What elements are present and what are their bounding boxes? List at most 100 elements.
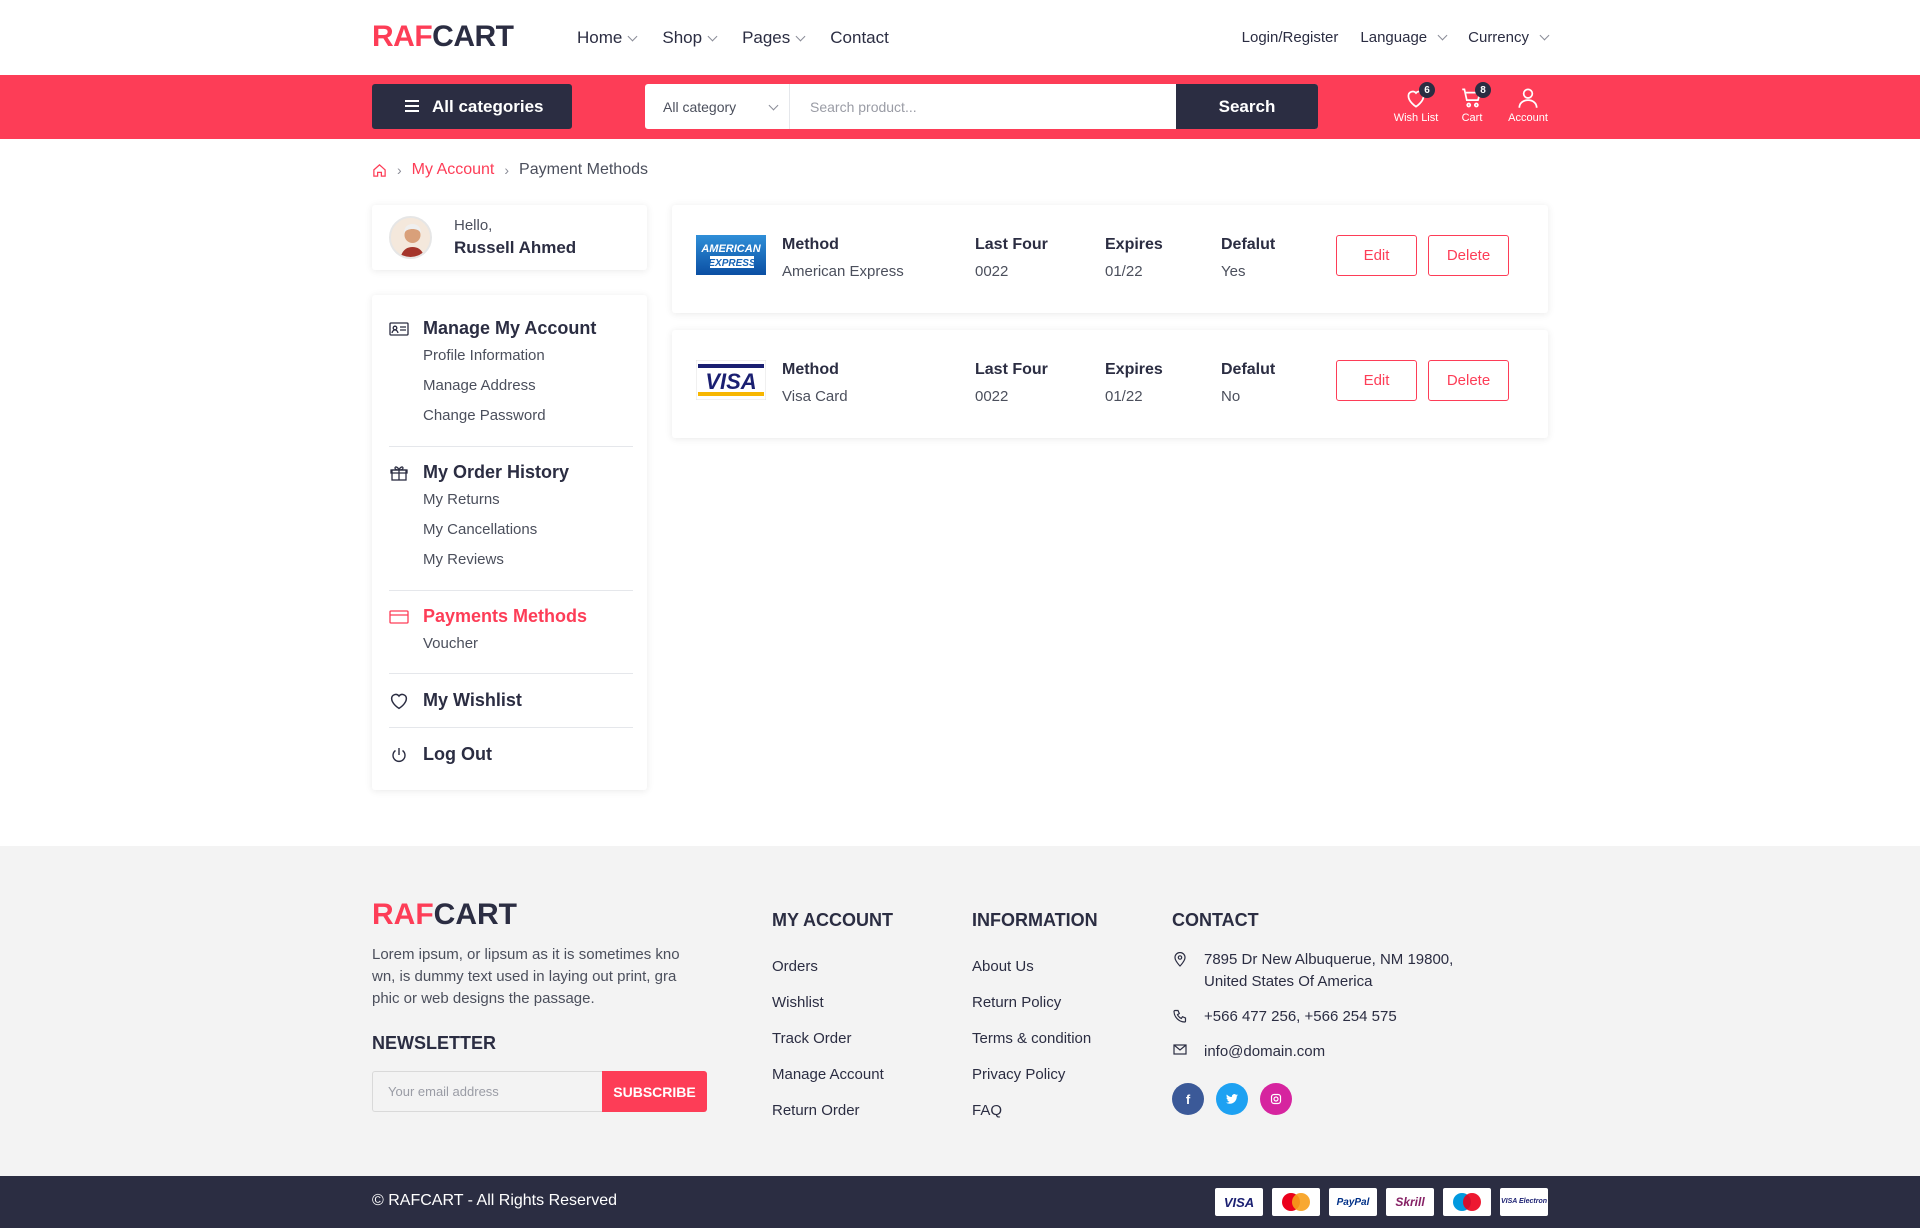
footer-link-track-order[interactable]: Track Order bbox=[772, 1021, 893, 1057]
sidebar-item-manage-account[interactable]: Manage My Account bbox=[389, 318, 633, 339]
user-icon bbox=[1518, 88, 1538, 108]
footer-link-wishlist[interactable]: Wishlist bbox=[772, 985, 893, 1021]
sidebar-group-wishlist: My Wishlist bbox=[389, 690, 633, 711]
method-column: Method American Express bbox=[782, 236, 904, 280]
svg-text:VISA: VISA bbox=[705, 369, 756, 394]
id-card-icon bbox=[389, 319, 409, 339]
chevron-right-icon: › bbox=[397, 162, 402, 178]
nav-pages[interactable]: Pages bbox=[742, 28, 806, 48]
instagram-icon[interactable] bbox=[1260, 1083, 1292, 1115]
sidebar-item-my-reviews[interactable]: My Reviews bbox=[423, 545, 633, 575]
profile-name: Russell Ahmed bbox=[454, 238, 577, 257]
nav-shop[interactable]: Shop bbox=[662, 28, 718, 48]
social-links: f bbox=[1172, 1083, 1453, 1115]
expires-column: Expires 01/22 bbox=[1105, 236, 1163, 280]
breadcrumb: › My Account › Payment Methods bbox=[372, 161, 648, 179]
search-input[interactable] bbox=[790, 84, 1176, 129]
divider bbox=[389, 727, 633, 728]
credit-card-icon bbox=[389, 607, 409, 627]
expires-value: 01/22 bbox=[1105, 388, 1143, 405]
default-value: Yes bbox=[1221, 263, 1246, 280]
all-categories-button[interactable]: All categories bbox=[372, 84, 572, 129]
contact-email: info@domain.com bbox=[1172, 1041, 1453, 1063]
footer-link-orders[interactable]: Orders bbox=[772, 949, 893, 985]
footer-link-terms[interactable]: Terms & condition bbox=[972, 1021, 1098, 1057]
payment-card-logos: VISA PayPal Skrill VISA Electron bbox=[1215, 1188, 1548, 1216]
chevron-down-icon bbox=[627, 31, 638, 41]
visa-logo: VISA bbox=[695, 359, 767, 401]
sidebar-group-manage-account: Manage My Account Profile Information Ma… bbox=[389, 318, 633, 431]
currency-dropdown[interactable]: Currency bbox=[1468, 29, 1550, 46]
nav-contact[interactable]: Contact bbox=[830, 28, 889, 48]
footer-link-privacy-policy[interactable]: Privacy Policy bbox=[972, 1057, 1098, 1093]
method-value: American Express bbox=[782, 263, 904, 280]
category-select[interactable]: All category bbox=[645, 84, 790, 129]
footer-link-return-order[interactable]: Return Order bbox=[772, 1093, 893, 1129]
visa-card-logo: VISA bbox=[1215, 1188, 1263, 1216]
footer-logo[interactable]: RAFCART bbox=[372, 898, 517, 932]
nav-home[interactable]: Home bbox=[577, 28, 638, 48]
avatar bbox=[389, 216, 432, 259]
twitter-icon[interactable] bbox=[1216, 1083, 1248, 1115]
sidebar-item-payment-methods[interactable]: Payments Methods bbox=[389, 606, 633, 627]
site-logo[interactable]: RAFCART bbox=[372, 20, 514, 54]
delete-button[interactable]: Delete bbox=[1428, 235, 1509, 276]
sidebar-item-manage-address[interactable]: Manage Address bbox=[423, 371, 633, 401]
chevron-down-icon bbox=[1437, 30, 1448, 41]
mail-icon bbox=[1172, 1041, 1188, 1055]
maestro-logo bbox=[1443, 1188, 1491, 1216]
facebook-icon[interactable]: f bbox=[1172, 1083, 1204, 1115]
newsletter-email-input[interactable] bbox=[372, 1071, 602, 1112]
wishlist-link[interactable]: 6 Wish List bbox=[1388, 82, 1444, 124]
search-form: All category Search bbox=[645, 84, 1318, 129]
sidebar-item-my-wishlist[interactable]: My Wishlist bbox=[389, 690, 633, 711]
breadcrumb-current: Payment Methods bbox=[519, 161, 648, 178]
subscribe-button[interactable]: SUBSCRIBE bbox=[602, 1071, 707, 1112]
top-right-links: Login/Register Language Currency bbox=[1220, 29, 1550, 46]
search-button[interactable]: Search bbox=[1176, 84, 1318, 129]
sidebar-item-order-history[interactable]: My Order History bbox=[389, 462, 633, 483]
last-four-column: Last Four 0022 bbox=[975, 361, 1048, 405]
login-register-link[interactable]: Login/Register bbox=[1242, 29, 1339, 46]
divider bbox=[389, 590, 633, 591]
sidebar-group-payments: Payments Methods Voucher bbox=[389, 606, 633, 659]
footer-link-faq[interactable]: FAQ bbox=[972, 1093, 1098, 1129]
language-dropdown[interactable]: Language bbox=[1360, 29, 1448, 46]
american-express-logo: AMERICAN EXPRESS bbox=[696, 235, 766, 275]
sidebar-item-my-cancellations[interactable]: My Cancellations bbox=[423, 515, 633, 545]
footer-link-manage-account[interactable]: Manage Account bbox=[772, 1057, 893, 1093]
mastercard-logo bbox=[1272, 1188, 1320, 1216]
menu-icon bbox=[405, 100, 419, 112]
sidebar-item-my-returns[interactable]: My Returns bbox=[423, 485, 633, 515]
method-value: Visa Card bbox=[782, 388, 848, 405]
home-icon[interactable] bbox=[372, 163, 387, 178]
breadcrumb-my-account[interactable]: My Account bbox=[412, 161, 495, 179]
last-four-column: Last Four 0022 bbox=[975, 236, 1048, 280]
sidebar-item-profile-information[interactable]: Profile Information bbox=[423, 341, 633, 371]
sidebar-group-order-history: My Order History My Returns My Cancellat… bbox=[389, 462, 633, 575]
map-pin-icon bbox=[1172, 949, 1188, 967]
footer-link-about-us[interactable]: About Us bbox=[972, 949, 1098, 985]
payment-method-card: VISA Method Visa Card Last Four 0022 Exp… bbox=[672, 330, 1548, 438]
paypal-logo: PayPal bbox=[1329, 1188, 1377, 1216]
delete-button[interactable]: Delete bbox=[1428, 360, 1509, 401]
newsletter-title: NEWSLETTER bbox=[372, 1033, 496, 1053]
account-sidebar: Manage My Account Profile Information Ma… bbox=[372, 295, 647, 790]
chevron-down-icon bbox=[768, 100, 779, 111]
sidebar-group-logout: Log Out bbox=[389, 744, 633, 765]
header-icons: 6 Wish List 8 Cart Account bbox=[1388, 82, 1556, 124]
edit-button[interactable]: Edit bbox=[1336, 360, 1417, 401]
divider bbox=[389, 446, 633, 447]
cart-link[interactable]: 8 Cart bbox=[1444, 82, 1500, 124]
sidebar-item-change-password[interactable]: Change Password bbox=[423, 401, 633, 431]
contact-address: 7895 Dr New Albuquerue, NM 19800, United … bbox=[1172, 949, 1453, 993]
default-column: Defalut Yes bbox=[1221, 236, 1276, 280]
search-bar-strip: All categories All category Search 6 Wis… bbox=[0, 75, 1920, 139]
footer-link-return-policy[interactable]: Return Policy bbox=[972, 985, 1098, 1021]
account-link[interactable]: Account bbox=[1500, 85, 1556, 124]
sidebar-item-voucher[interactable]: Voucher bbox=[423, 629, 633, 659]
payment-method-card: AMERICAN EXPRESS Method American Express… bbox=[672, 205, 1548, 313]
sidebar-item-log-out[interactable]: Log Out bbox=[389, 744, 633, 765]
edit-button[interactable]: Edit bbox=[1336, 235, 1417, 276]
last-four-value: 0022 bbox=[975, 263, 1009, 280]
